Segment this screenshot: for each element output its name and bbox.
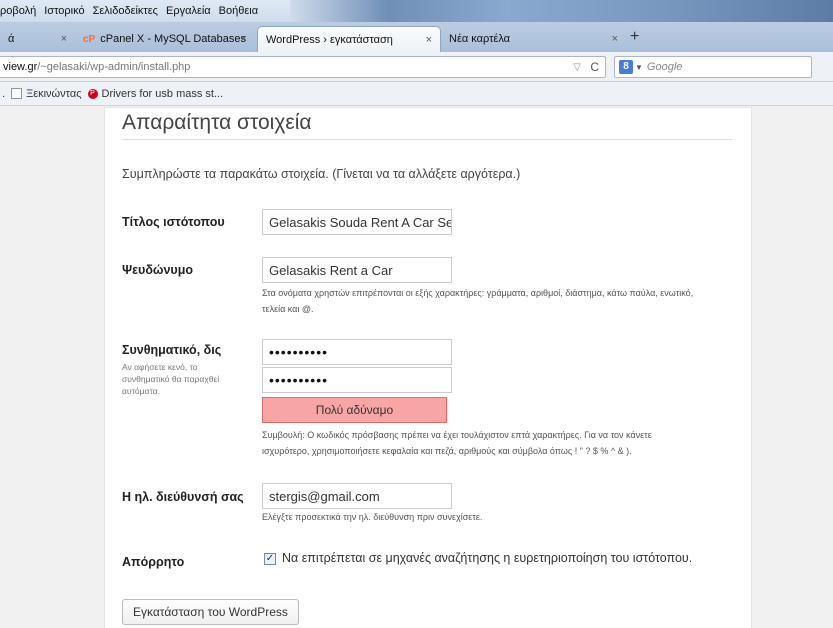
bookmarks-overflow[interactable]: . [2,88,5,100]
privacy-label: Απόρρητο [122,555,185,569]
menu-history[interactable]: Ιστορικό [44,5,84,17]
google-engine-icon[interactable]: 8 [619,60,633,74]
tab-cpanel[interactable]: cP cPanel X - MySQL Databases × [75,26,255,52]
url-domain: view.gr [3,61,38,73]
bookmark-star-icon[interactable]: ▽ [573,62,581,73]
hint-line: Στα ονόματα χρηστών επιτρέπονται οι εξής… [262,288,694,298]
hint-line: Συμβουλή: Ο κωδικός πρόσβασης πρέπει να … [262,430,652,440]
username-input[interactable]: Gelasakis Rent a Car [262,257,452,283]
install-wordpress-button[interactable]: Εγκατάσταση του WordPress [122,599,299,625]
tab-label: cPanel X - MySQL Databases [100,33,246,45]
password-sublabel: Αν αφήσετε κενό, το συνθηματικό θα παραχ… [122,362,220,396]
close-icon[interactable]: × [612,33,618,45]
password-hint: Συμβουλή: Ο κωδικός πρόσβασης πρέπει να … [262,427,652,459]
bookmark-getting-started[interactable]: Ξεκινώντας [11,87,82,100]
tab-wordpress-install[interactable]: WordPress › εγκατάσταση × [257,26,441,52]
bookmark-label: Drivers for usb mass st... [101,87,224,100]
menu-view[interactable]: ροβολή [0,5,36,17]
search-engine-visibility-checkbox[interactable]: ✓ [264,553,276,565]
email-field[interactable]: stergis@gmail.com [262,483,452,509]
navigation-bar: view.gr/~gelasaki/wp-admin/install.php ▽… [0,52,833,125]
password-label: Συνθηματικό, δις [122,343,222,357]
site-title-label: Τίτλος ιστότοπου [122,215,225,229]
email-label: Η ηλ. διεύθυνσή σας [122,490,244,504]
page-title: Απαραίτητα στοιχεία [122,111,312,134]
chevron-down-icon[interactable]: ▼ [635,63,643,72]
password-strength-indicator: Πολύ αδύναμο [262,397,447,423]
bookmark-label: Ξεκινώντας [26,87,82,100]
tab-new-tab[interactable]: Νέα καρτέλα × [441,26,626,52]
username-hint: Στα ονόματα χρηστών επιτρέπονται οι εξής… [262,285,693,317]
bookmark-drivers[interactable]: P Drivers for usb mass st... [87,87,224,100]
close-icon[interactable]: × [241,33,247,45]
tab-label: Νέα καρτέλα [449,33,511,45]
intro-text: Συμπληρώστε τα παρακάτω στοιχεία. (Γίνετ… [122,167,521,181]
search-box[interactable]: 8 ▼ Google [614,56,812,78]
bookmarks-bar: . Ξεκινώντας P Drivers for usb mass st..… [0,82,833,106]
site-title-input[interactable]: Gelasakis Souda Rent A Car Se [262,209,452,235]
reload-icon[interactable]: C [590,60,599,74]
password-field[interactable]: •••••••••• [262,339,452,365]
browser-menubar: ροβολή Ιστορικό Σελιδοδείκτες Εργαλεία Β… [0,0,833,22]
page-icon [11,88,23,99]
page-viewport: Απαραίτητα στοιχεία Συμπληρώστε τα παρακ… [0,107,833,628]
tab-label: WordPress › εγκατάσταση [266,33,393,46]
url-path: /~gelasaki/wp-admin/install.php [37,61,191,73]
menu-bookmarks[interactable]: Σελιδοδείκτες [93,5,158,17]
divider [122,139,732,140]
menu-tools[interactable]: Εργαλεία [166,5,211,17]
hint-line: ισχυρότερο, χρησιμοποιήσετε κεφαλαία και… [262,446,632,456]
hint-line: τελεία και @. [262,304,314,314]
window-titlebar-decoration [290,0,833,22]
new-tab-button[interactable]: + [630,28,639,46]
menu-help[interactable]: Βοήθεια [219,5,258,17]
username-label: Ψευδώνυμο [122,263,193,277]
email-hint: Ελέγξτε προσεκτικά την ηλ. διεύθυνση πρι… [262,512,483,522]
search-engine-visibility-label[interactable]: Να επιτρέπεται σε μηχανές αναζήτησης η ε… [282,551,692,565]
close-icon[interactable]: × [426,34,432,46]
address-bar[interactable]: view.gr/~gelasaki/wp-admin/install.php ▽… [0,56,606,78]
password-confirm-field[interactable]: •••••••••• [262,367,452,393]
tab-partial[interactable]: ά × [0,26,75,52]
pinterest-icon: P [87,88,98,99]
cpanel-icon: cP [83,33,96,45]
close-icon[interactable]: × [61,33,67,45]
tab-label: ά [8,33,15,45]
tab-bar: ά × cP cPanel X - MySQL Databases × Word… [0,22,833,52]
search-placeholder: Google [646,61,683,73]
